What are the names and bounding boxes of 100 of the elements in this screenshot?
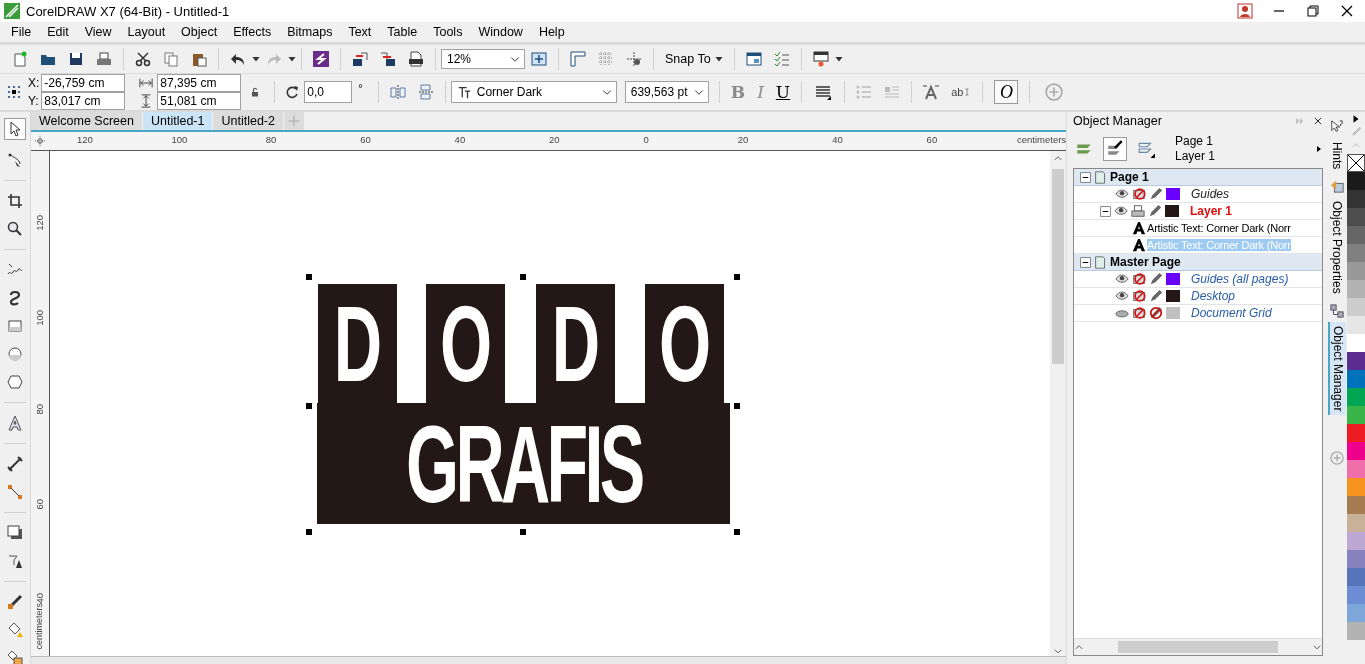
- checklist-icon[interactable]: [773, 51, 790, 67]
- document-icon[interactable]: [408, 51, 424, 67]
- no-fill-swatch[interactable]: [1347, 154, 1365, 172]
- color-swatch[interactable]: [1347, 190, 1365, 208]
- layer-color-swatch[interactable]: [1166, 273, 1180, 285]
- scrollbar-thumb[interactable]: [1118, 641, 1278, 653]
- close-icon[interactable]: [1313, 116, 1323, 126]
- selection-handle[interactable]: [734, 274, 740, 280]
- close-icon[interactable]: [1339, 3, 1355, 19]
- menu-item[interactable]: View: [76, 23, 120, 41]
- menu-item[interactable]: Help: [530, 23, 573, 41]
- color-swatch[interactable]: [1347, 262, 1365, 280]
- menu-item[interactable]: Effects: [225, 23, 280, 41]
- menu-item[interactable]: Object: [173, 23, 226, 41]
- color-swatch[interactable]: [1347, 280, 1365, 298]
- zoom-level-dropdown[interactable]: 12%: [441, 49, 525, 69]
- text-tool-icon[interactable]: [7, 415, 23, 431]
- menu-item[interactable]: Text: [340, 23, 380, 41]
- menu-item[interactable]: Bitmaps: [279, 23, 341, 41]
- menu-item[interactable]: Window: [470, 23, 531, 41]
- copy-icon[interactable]: [163, 51, 179, 67]
- underline-button[interactable]: U: [769, 82, 797, 102]
- fit-page-icon[interactable]: [531, 51, 547, 67]
- layer-color-swatch[interactable]: [1166, 307, 1180, 319]
- ruler-icon[interactable]: [570, 51, 586, 67]
- caret-icon[interactable]: [252, 55, 260, 63]
- drawing-canvas[interactable]: D O D O GRAFIS: [50, 151, 1050, 656]
- no-print-icon[interactable]: [1132, 306, 1146, 320]
- color-swatch[interactable]: [1347, 298, 1365, 316]
- layer-label[interactable]: Layer 1: [1190, 204, 1233, 218]
- anchor-grid-icon[interactable]: [6, 84, 22, 100]
- document-tab[interactable]: Untitled-1: [142, 112, 214, 130]
- menu-item[interactable]: Table: [379, 23, 426, 41]
- align-icon[interactable]: [815, 84, 832, 100]
- no-print-icon[interactable]: [1132, 289, 1146, 303]
- export-icon[interactable]: [380, 51, 396, 67]
- window-launch-icon[interactable]: [812, 51, 829, 67]
- frame-text-label[interactable]: ab: [951, 86, 964, 98]
- selection-handle[interactable]: [734, 529, 740, 535]
- pencil-icon[interactable]: [1149, 289, 1163, 303]
- selection-handle[interactable]: [520, 529, 526, 535]
- restore-icon[interactable]: [1305, 3, 1321, 19]
- menu-item[interactable]: Edit: [39, 23, 77, 41]
- color-swatch[interactable]: [1347, 334, 1365, 352]
- cut-icon[interactable]: [135, 51, 151, 67]
- new-document-icon[interactable]: [12, 51, 28, 67]
- color-swatch[interactable]: [1347, 586, 1365, 604]
- expand-box-icon[interactable]: [1100, 205, 1111, 217]
- layer-color-swatch[interactable]: [1166, 188, 1180, 200]
- eye-icon[interactable]: [1115, 187, 1129, 201]
- font-size-dropdown[interactable]: 639,563 pt: [624, 81, 709, 103]
- hexagon-icon[interactable]: [7, 374, 23, 390]
- layer-color-swatch[interactable]: [1165, 205, 1179, 217]
- color-swatch[interactable]: [1347, 388, 1365, 406]
- layer-label[interactable]: Desktop: [1191, 289, 1236, 303]
- mirror-horizontal-icon[interactable]: [389, 84, 406, 100]
- brush-stroke-icon[interactable]: [7, 290, 23, 306]
- expand-box-icon[interactable]: [1080, 171, 1091, 183]
- height-field[interactable]: 51,081 cm: [157, 92, 242, 110]
- play-arrow-icon[interactable]: [1351, 114, 1361, 124]
- shape-node-icon[interactable]: [7, 152, 23, 168]
- rectangle-icon[interactable]: [7, 318, 23, 334]
- scrollbar-thumb[interactable]: [1052, 169, 1064, 364]
- pencil-icon[interactable]: [1148, 204, 1162, 218]
- document-tab[interactable]: Welcome Screen: [31, 112, 143, 130]
- eyedropper-icon[interactable]: [7, 594, 23, 610]
- play-arrow-icon[interactable]: [1315, 144, 1323, 154]
- opentype-button[interactable]: O: [994, 80, 1019, 104]
- pointer-icon[interactable]: [7, 121, 23, 137]
- color-swatch[interactable]: [1347, 514, 1365, 532]
- mirror-vertical-icon[interactable]: [417, 84, 434, 100]
- dimension-line-icon[interactable]: [7, 456, 23, 472]
- color-swatch[interactable]: [1347, 370, 1365, 388]
- snap-to-dropdown[interactable]: Snap To: [659, 52, 729, 66]
- color-swatch[interactable]: [1347, 460, 1365, 478]
- selection-handle[interactable]: [306, 274, 312, 280]
- color-swatch[interactable]: [1347, 352, 1365, 370]
- document-tab[interactable]: Untitled-2: [213, 112, 284, 130]
- layer-label[interactable]: Guides (all pages): [1191, 272, 1289, 286]
- docker-tab[interactable]: Hints: [1329, 138, 1345, 174]
- print-icon[interactable]: [96, 51, 112, 67]
- menu-item[interactable]: File: [3, 23, 40, 41]
- eye-icon[interactable]: [1114, 204, 1128, 218]
- width-field[interactable]: 87,395 cm: [157, 74, 242, 92]
- color-swatch[interactable]: [1347, 244, 1365, 262]
- color-swatch[interactable]: [1347, 172, 1365, 190]
- import-icon[interactable]: [352, 51, 368, 67]
- docker-tab[interactable]: Object Manager: [1328, 322, 1346, 416]
- selection-handle[interactable]: [520, 274, 526, 280]
- page-label[interactable]: Page 1: [1110, 170, 1149, 184]
- color-swatch[interactable]: [1347, 622, 1365, 640]
- paint-bucket-icon[interactable]: [7, 622, 23, 638]
- eye-icon[interactable]: [1115, 289, 1129, 303]
- corner-target-icon[interactable]: [34, 135, 46, 147]
- connector-icon[interactable]: [7, 484, 23, 500]
- layer-pen-icon[interactable]: [1106, 140, 1124, 158]
- printer-icon[interactable]: [1131, 204, 1145, 218]
- object-label[interactable]: Artistic Text: Corner Dark (Norr: [1147, 222, 1291, 234]
- color-swatch[interactable]: [1347, 496, 1365, 514]
- no-print-icon[interactable]: [1132, 272, 1146, 286]
